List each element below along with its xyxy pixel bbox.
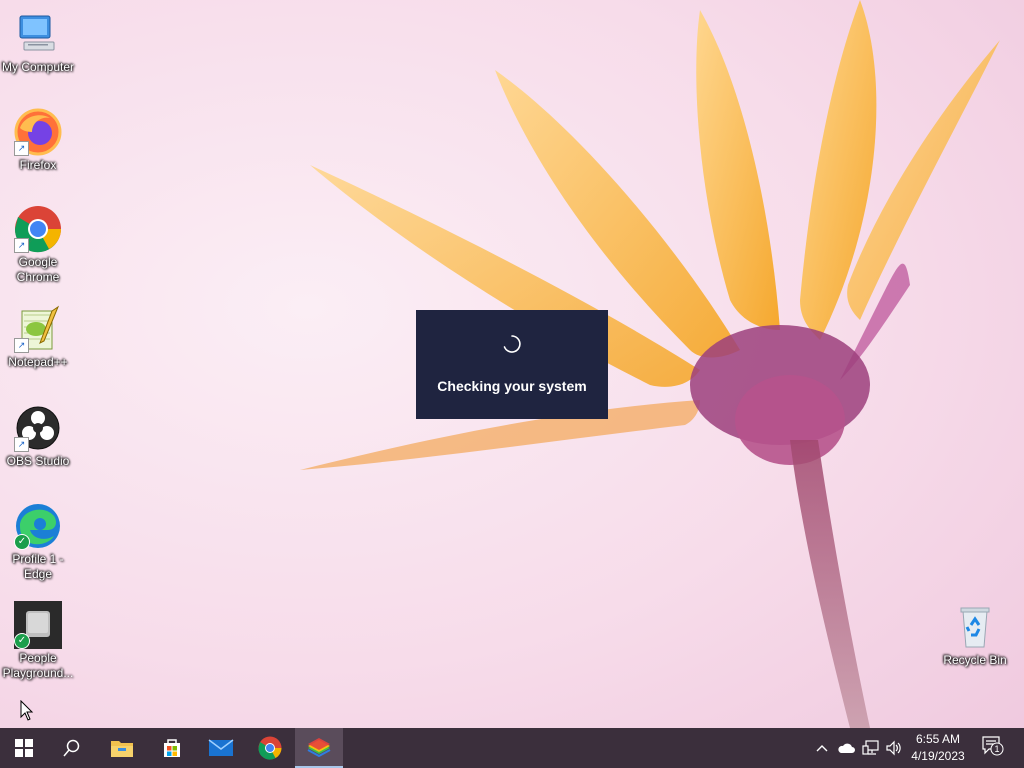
- start-button[interactable]: [0, 728, 48, 768]
- search-icon: [63, 739, 80, 757]
- sync-check-icon: ✓: [14, 633, 30, 649]
- windows-logo-icon: [15, 739, 33, 757]
- show-hidden-icons-button[interactable]: [815, 740, 829, 756]
- bluestacks-taskbar-button[interactable]: [295, 728, 343, 768]
- desktop-icon-notepadpp[interactable]: ↗ Notepad++: [0, 305, 76, 370]
- desktop-icon-label: Profile 1 - Edge: [12, 552, 64, 581]
- loading-spinner-icon: [503, 335, 521, 353]
- checking-system-dialog: Checking your system: [416, 310, 608, 419]
- file-explorer-button[interactable]: [98, 728, 146, 768]
- shortcut-arrow-icon: ↗: [14, 238, 29, 253]
- speaker-icon: [886, 740, 901, 756]
- desktop-icon-my-computer[interactable]: My Computer: [0, 10, 76, 75]
- computer-icon: [19, 15, 55, 51]
- folder-icon: [111, 741, 133, 757]
- desktop-icon-label: Google Chrome: [16, 255, 60, 284]
- desktop-icon-label: Firefox: [19, 158, 57, 172]
- desktop-icon-label: Recycle Bin: [943, 653, 1007, 667]
- mail-icon: [208, 739, 234, 756]
- shortcut-arrow-icon: ↗: [14, 338, 29, 353]
- bluestacks-icon: [307, 738, 331, 758]
- clock[interactable]: 6:55 AM 4/19/2023: [906, 731, 970, 765]
- desktop-icon-people-playground[interactable]: ✓ People Playground...: [0, 601, 76, 681]
- mail-button[interactable]: [197, 728, 245, 768]
- onedrive-cloud-icon: [838, 743, 855, 753]
- clock-time: 6:55 AM: [915, 732, 961, 746]
- shortcut-arrow-icon: ↗: [14, 437, 29, 452]
- desktop-icon-recycle-bin[interactable]: Recycle Bin: [937, 603, 1013, 668]
- onedrive-tray-button[interactable]: [837, 740, 855, 756]
- microsoft-store-button[interactable]: [148, 728, 196, 768]
- dialog-message: Checking your system: [437, 378, 587, 394]
- notification-count-badge: 1: [994, 744, 1000, 754]
- network-tray-button[interactable]: [862, 740, 880, 756]
- desktop-icon-firefox[interactable]: ↗ Firefox: [0, 108, 76, 173]
- volume-tray-button[interactable]: [885, 740, 903, 756]
- desktop-icon-label: My Computer: [1, 60, 75, 74]
- network-icon: [862, 740, 879, 755]
- search-button[interactable]: [48, 728, 96, 768]
- desktop-icon-label: OBS Studio: [6, 454, 70, 468]
- clock-date: 4/19/2023: [911, 749, 965, 763]
- recycle-bin-icon: [960, 607, 990, 648]
- action-center-button[interactable]: 1: [982, 736, 1004, 756]
- mouse-cursor-icon: [20, 700, 34, 721]
- desktop-icon-label: People Playground...: [2, 651, 74, 680]
- desktop-icon-google-chrome[interactable]: ↗ Google Chrome: [0, 205, 76, 285]
- shortcut-arrow-icon: ↗: [14, 141, 29, 156]
- sync-check-icon: ✓: [14, 534, 30, 550]
- store-icon: [164, 739, 180, 757]
- chrome-taskbar-button[interactable]: [246, 728, 294, 768]
- desktop-icon-profile-edge[interactable]: ✓ Profile 1 - Edge: [0, 502, 76, 582]
- chrome-icon: [258, 736, 282, 760]
- chevron-up-icon: [816, 745, 828, 752]
- taskbar: 6:55 AM 4/19/2023 1: [0, 728, 1024, 768]
- desktop-icon-label: Notepad++: [8, 355, 68, 369]
- desktop-icon-obs-studio[interactable]: ↗ OBS Studio: [0, 404, 76, 469]
